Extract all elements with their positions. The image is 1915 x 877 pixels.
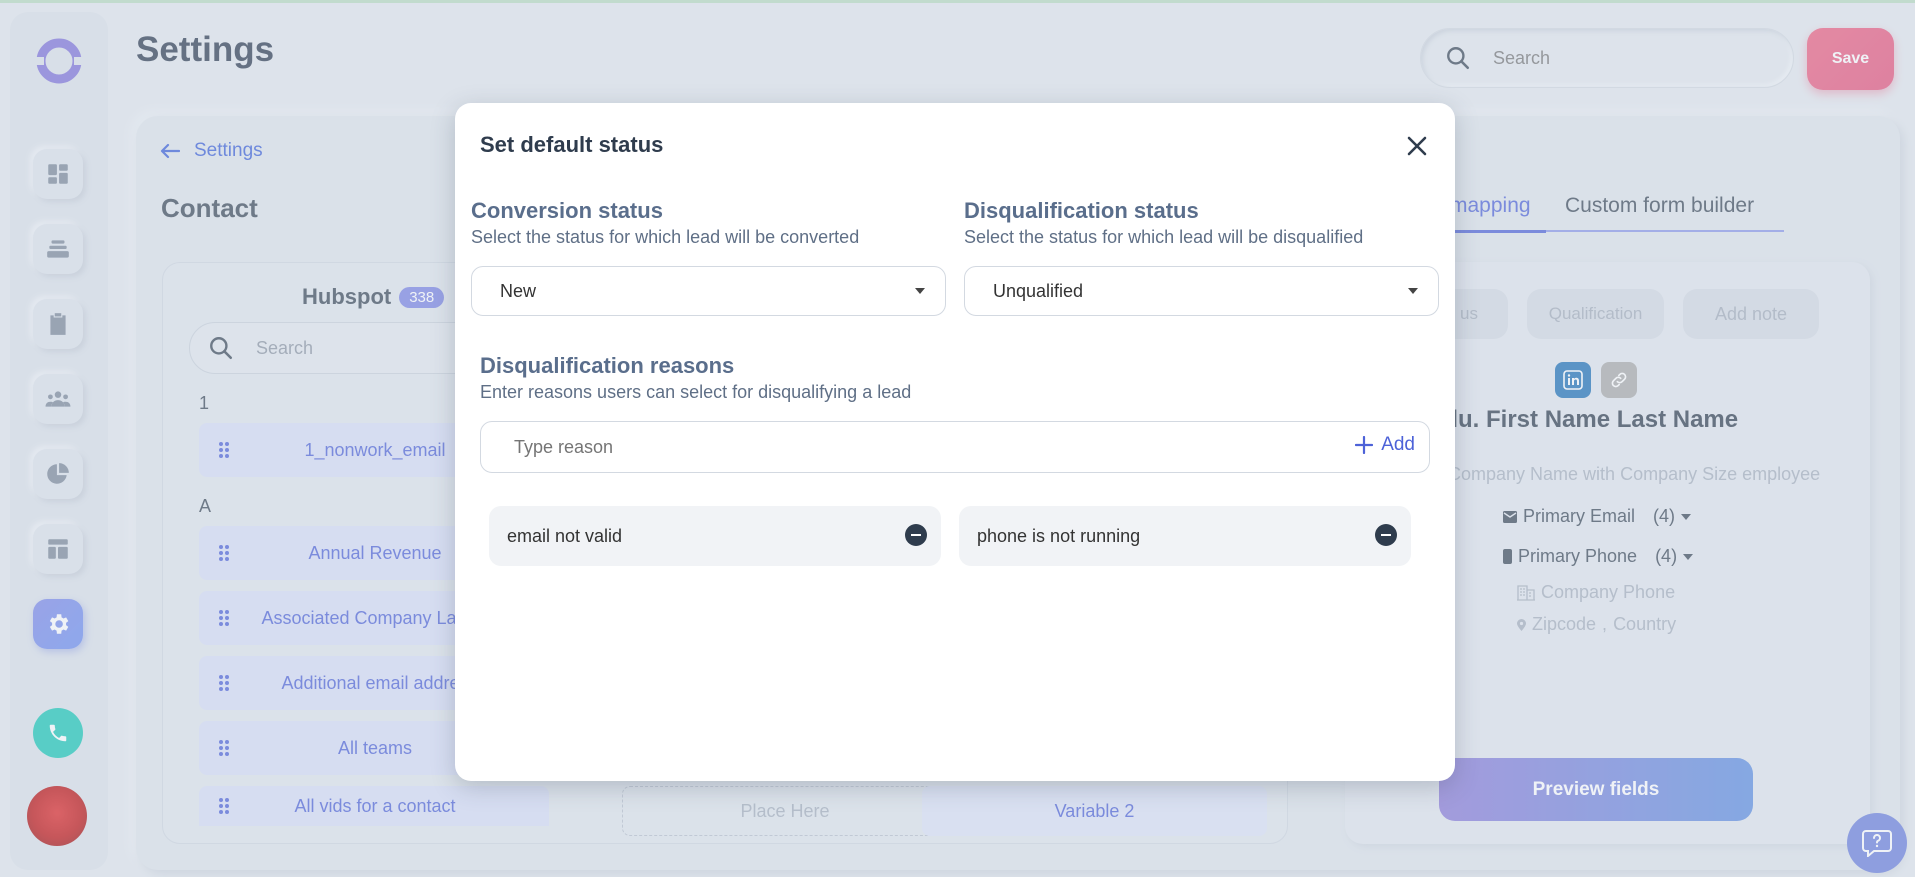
- reason-chip-label: email not valid: [507, 525, 623, 546]
- disqualification-status-select[interactable]: Unqualified: [964, 266, 1439, 316]
- reasons-description: Enter reasons users can select for disqu…: [480, 382, 912, 402]
- disqualification-description: Select the status for which lead will be…: [964, 227, 1364, 247]
- remove-circle-icon[interactable]: [905, 524, 927, 546]
- reason-input-wrapper: Add: [480, 421, 1430, 473]
- disqualification-heading: Disqualification status: [964, 198, 1199, 223]
- modal-title: Set default status: [480, 132, 664, 157]
- chevron-down-icon: [915, 288, 925, 294]
- set-default-status-modal: Set default status Conversion status Sel…: [455, 103, 1455, 781]
- conversion-status-select[interactable]: New: [471, 266, 946, 316]
- reasons-heading: Disqualification reasons: [480, 353, 735, 378]
- reason-chip: phone is not running: [959, 506, 1411, 566]
- disqualification-status-value: Unqualified: [993, 280, 1084, 301]
- plus-icon: [1355, 436, 1374, 454]
- conversion-heading: Conversion status: [471, 198, 663, 223]
- chevron-down-icon: [1408, 288, 1418, 294]
- close-icon: [1407, 136, 1427, 156]
- reason-chip-label: phone is not running: [977, 525, 1141, 546]
- conversion-description: Select the status for which lead will be…: [471, 227, 860, 247]
- reason-chip: email not valid: [489, 506, 941, 566]
- close-button[interactable]: [1402, 131, 1432, 161]
- conversion-status-value: New: [500, 280, 537, 301]
- reason-input[interactable]: [514, 436, 1214, 458]
- remove-circle-icon[interactable]: [1375, 524, 1397, 546]
- add-reason-button[interactable]: Add: [1355, 434, 1415, 456]
- add-reason-label: Add: [1381, 434, 1415, 455]
